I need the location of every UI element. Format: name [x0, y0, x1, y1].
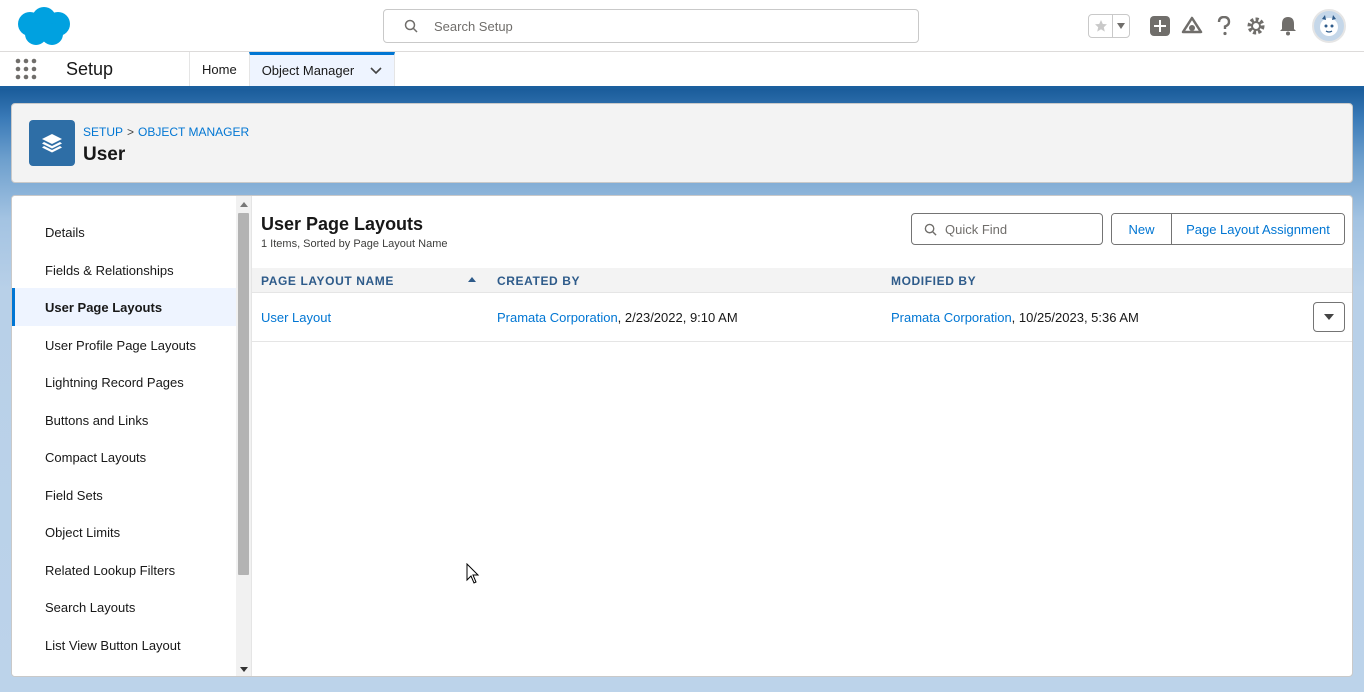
sort-ascending-icon[interactable] [468, 277, 476, 282]
nav-tab-object-manager[interactable]: Object Manager [248, 52, 396, 86]
page-title: User [83, 144, 126, 165]
user-avatar[interactable] [1312, 9, 1346, 43]
quick-find[interactable] [911, 213, 1103, 245]
breadcrumb: SETUP > OBJECT MANAGER [83, 125, 249, 139]
sidebar-item-search-layouts[interactable]: Search Layouts [12, 588, 236, 626]
favorites-menu-chevron-down-icon[interactable] [1113, 15, 1129, 37]
favorites-star-icon[interactable] [1089, 15, 1113, 37]
table-row: User Layout Pramata Corporation, 2/23/20… [252, 293, 1352, 342]
created-by-link[interactable]: Pramata Corporation [497, 310, 618, 325]
sidebar-item-user-profile-page-layouts[interactable]: User Profile Page Layouts [12, 326, 236, 364]
search-icon [924, 223, 937, 236]
mouse-cursor-icon [466, 563, 480, 584]
notification-bell-icon[interactable] [1272, 10, 1304, 42]
search-icon [404, 19, 418, 33]
header-actions [1088, 9, 1346, 43]
modified-by-link[interactable]: Pramata Corporation [891, 310, 1012, 325]
sidebar-scrollbar[interactable] [236, 196, 252, 676]
sidebar-item-lightning-record-pages[interactable]: Lightning Record Pages [12, 363, 236, 401]
nav-tab-home-label: Home [202, 61, 237, 77]
sidebar-item-compact-layouts[interactable]: Compact Layouts [12, 438, 236, 476]
app-launcher-icon[interactable] [0, 52, 52, 86]
sidebar-item-field-sets[interactable]: Field Sets [12, 476, 236, 514]
sidebar-item-related-lookup-filters[interactable]: Related Lookup Filters [12, 551, 236, 589]
breadcrumb-separator: > [127, 125, 135, 139]
sidebar-item-buttons-links[interactable]: Buttons and Links [12, 401, 236, 439]
help-icon[interactable] [1208, 10, 1240, 42]
app-name: Setup [66, 58, 114, 79]
gear-icon[interactable] [1240, 10, 1272, 42]
favorites-group [1088, 14, 1130, 38]
scroll-down-arrow-icon[interactable] [240, 667, 248, 672]
column-header-page-layout-name[interactable]: PAGE LAYOUT NAME [261, 268, 394, 293]
nav-bar: Setup Home Object Manager [0, 52, 1364, 89]
scroll-up-arrow-icon[interactable] [240, 202, 248, 207]
sidebar-item-user-page-layouts[interactable]: User Page Layouts [12, 288, 236, 326]
section-title: User Page Layouts [261, 214, 424, 234]
column-header-modified-by[interactable]: MODIFIED BY [891, 268, 976, 293]
column-header-created-by[interactable]: CREATED BY [497, 268, 580, 293]
global-header [0, 0, 1364, 52]
layers-icon [29, 120, 75, 166]
nav-tab-home[interactable]: Home [189, 52, 249, 86]
action-buttons: New Page Layout Assignment [1111, 213, 1345, 245]
page-layout-assignment-button[interactable]: Page Layout Assignment [1171, 214, 1344, 244]
global-search[interactable] [383, 9, 919, 43]
scroll-thumb[interactable] [238, 213, 249, 575]
sidebar: Details Fields & Relationships User Page… [12, 196, 236, 676]
global-create-icon[interactable] [1144, 10, 1176, 42]
global-search-input[interactable] [434, 18, 894, 34]
sidebar-item-list-view-button-layout[interactable]: List View Button Layout [12, 626, 236, 664]
nav-tab-object-manager-label: Object Manager [261, 63, 355, 78]
chevron-down-icon[interactable] [370, 66, 382, 75]
table-header: PAGE LAYOUT NAME CREATED BY MODIFIED BY [252, 268, 1352, 293]
row-actions-button[interactable] [1313, 302, 1345, 332]
cell-modified-by: Pramata Corporation, 10/25/2023, 5:36 AM [891, 293, 1139, 342]
cell-layout-name: User Layout [261, 293, 331, 342]
sidebar-item-fields-relationships[interactable]: Fields & Relationships [12, 251, 236, 289]
breadcrumb-setup[interactable]: SETUP [83, 125, 123, 139]
quick-find-input[interactable] [945, 221, 1095, 237]
created-at: , 2/23/2022, 9:10 AM [617, 310, 738, 325]
sidebar-item-object-limits[interactable]: Object Limits [12, 513, 236, 551]
main-panel: Details Fields & Relationships User Page… [11, 195, 1353, 677]
breadcrumb-object-manager[interactable]: OBJECT MANAGER [138, 125, 249, 139]
modified-at: , 10/25/2023, 5:36 AM [1011, 310, 1139, 325]
salesforce-logo[interactable] [14, 6, 74, 48]
content-area: User Page Layouts 1 Items, Sorted by Pag… [252, 196, 1352, 676]
object-header: SETUP > OBJECT MANAGER User [11, 103, 1353, 183]
new-button[interactable]: New [1112, 214, 1171, 244]
trailhead-icon[interactable] [1176, 10, 1208, 42]
section-subtitle: 1 Items, Sorted by Page Layout Name [261, 238, 448, 250]
chevron-down-icon [1324, 314, 1334, 320]
cell-created-by: Pramata Corporation, 2/23/2022, 9:10 AM [497, 293, 738, 342]
sidebar-item-details[interactable]: Details [12, 213, 236, 251]
layout-name-link[interactable]: User Layout [261, 310, 331, 325]
